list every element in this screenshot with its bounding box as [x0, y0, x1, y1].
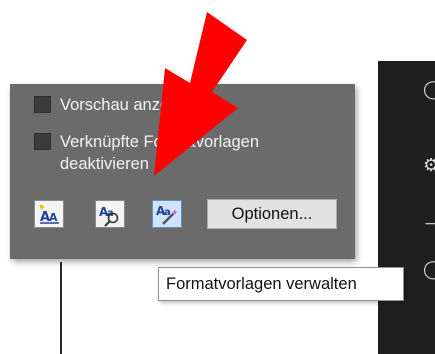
red-arrow-annotation	[154, 12, 247, 176]
arrow-shape	[154, 12, 247, 176]
